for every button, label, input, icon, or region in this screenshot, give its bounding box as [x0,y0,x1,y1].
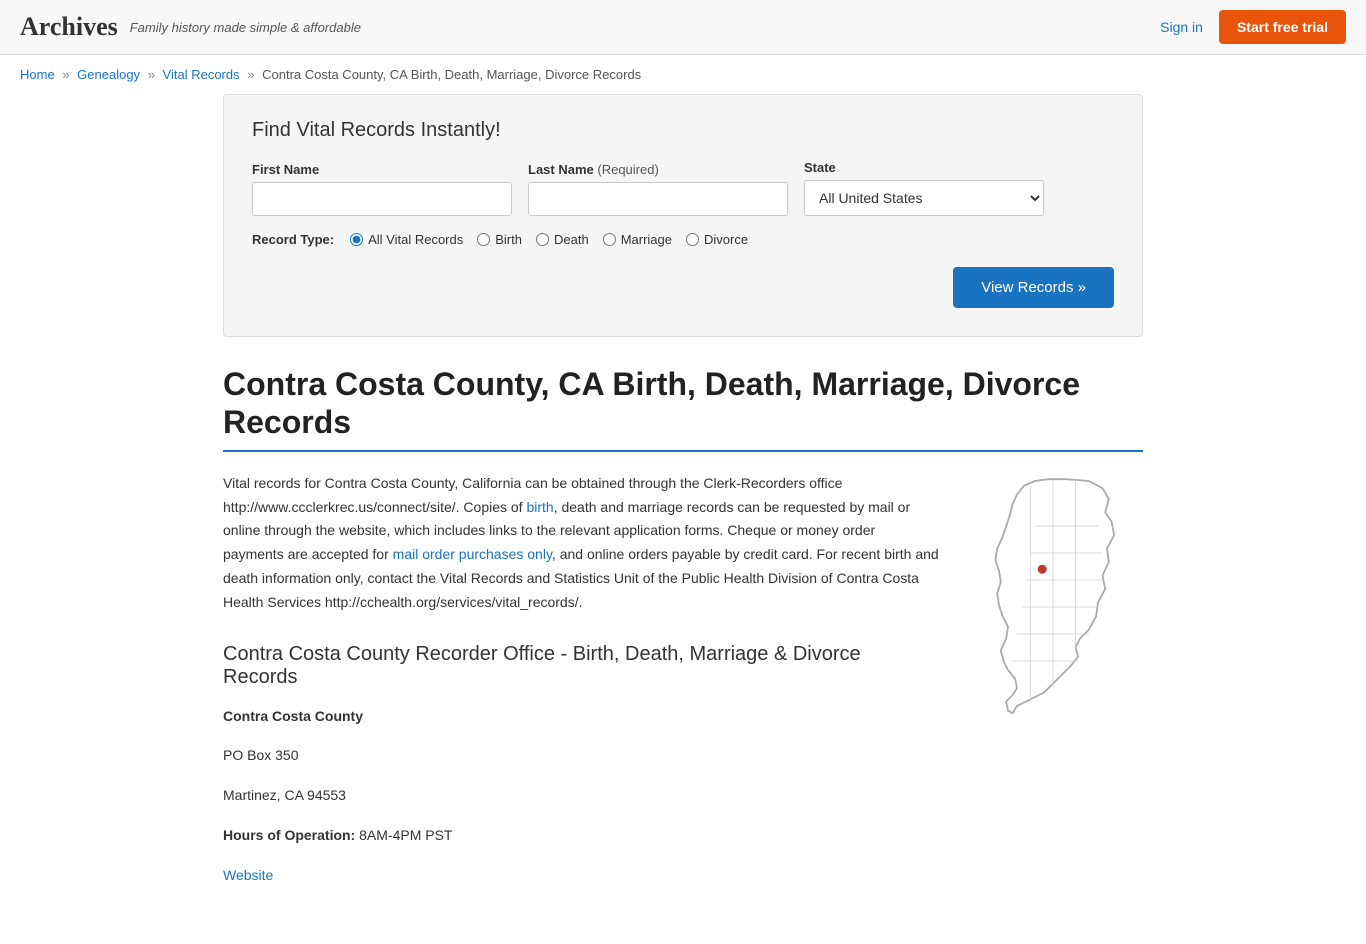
last-name-group: Last Name (Required) [528,162,788,216]
last-name-label: Last Name (Required) [528,162,788,177]
radio-divorce-input[interactable] [686,233,699,246]
page-title: Contra Costa County, CA Birth, Death, Ma… [223,365,1143,452]
ca-map-svg [963,472,1143,724]
header-right: Sign in Start free trial [1160,10,1346,44]
site-logo: Archives [20,12,118,42]
radio-all-vital-input[interactable] [350,233,363,246]
address-block: Contra Costa County PO Box 350 Martinez,… [223,705,939,888]
record-type-label: Record Type: [252,232,334,247]
site-header: Archives Family history made simple & af… [0,0,1366,55]
sign-in-link[interactable]: Sign in [1160,19,1203,35]
search-box: Find Vital Records Instantly! First Name… [223,94,1143,337]
state-label: State [804,160,1044,175]
radio-birth-input[interactable] [477,233,490,246]
mail-order-link[interactable]: mail order purchases only [393,546,552,562]
breadcrumb-sep-2: » [148,67,155,82]
birth-link[interactable]: birth [526,499,553,515]
radio-birth[interactable]: Birth [477,232,522,247]
main-content: Find Vital Records Instantly! First Name… [203,94,1163,944]
breadcrumb-current: Contra Costa County, CA Birth, Death, Ma… [262,67,641,82]
view-records-button[interactable]: View Records » [953,267,1114,308]
header-left: Archives Family history made simple & af… [20,12,361,42]
description-text: Vital records for Contra Costa County, C… [223,472,939,615]
search-title: Find Vital Records Instantly! [252,119,1114,142]
breadcrumb-genealogy[interactable]: Genealogy [77,67,140,82]
start-trial-button[interactable]: Start free trial [1219,10,1346,44]
logo-text: Archives [20,12,118,41]
radio-all-vital[interactable]: All Vital Records [350,232,463,247]
radio-death[interactable]: Death [536,232,589,247]
site-tagline: Family history made simple & affordable [130,20,361,35]
view-records-row: View Records » [252,267,1114,308]
california-map [963,472,1143,904]
breadcrumb: Home » Genealogy » Vital Records » Contr… [0,55,1366,94]
content-text: Vital records for Contra Costa County, C… [223,472,939,904]
record-type-row: Record Type: All Vital Records Birth Dea… [252,232,1114,247]
search-fields: First Name Last Name (Required) State Al… [252,160,1114,216]
breadcrumb-vital-records[interactable]: Vital Records [163,67,240,82]
radio-group: All Vital Records Birth Death Marriage D… [350,232,748,247]
last-name-input[interactable] [528,182,788,216]
radio-divorce[interactable]: Divorce [686,232,748,247]
address-line1: PO Box 350 [223,744,939,768]
county-name: Contra Costa County [223,708,363,724]
state-group: State All United States Alabama Alaska A… [804,160,1044,216]
first-name-label: First Name [252,162,512,177]
first-name-input[interactable] [252,182,512,216]
first-name-group: First Name [252,162,512,216]
breadcrumb-home[interactable]: Home [20,67,55,82]
state-select[interactable]: All United States Alabama Alaska Arizona… [804,180,1044,216]
subheading: Contra Costa County Recorder Office - Bi… [223,643,939,689]
hours-line: Hours of Operation: 8AM-4PM PST [223,824,939,848]
radio-marriage-input[interactable] [603,233,616,246]
breadcrumb-sep-1: » [62,67,69,82]
website-link[interactable]: Website [223,867,273,883]
content-area: Vital records for Contra Costa County, C… [223,472,1143,904]
breadcrumb-sep-3: » [247,67,254,82]
county-marker [1038,564,1047,573]
hours-label: Hours of Operation: [223,827,355,843]
hours-value: 8AM-4PM PST [359,827,452,843]
address-line2: Martinez, CA 94553 [223,784,939,808]
radio-death-input[interactable] [536,233,549,246]
radio-marriage[interactable]: Marriage [603,232,672,247]
